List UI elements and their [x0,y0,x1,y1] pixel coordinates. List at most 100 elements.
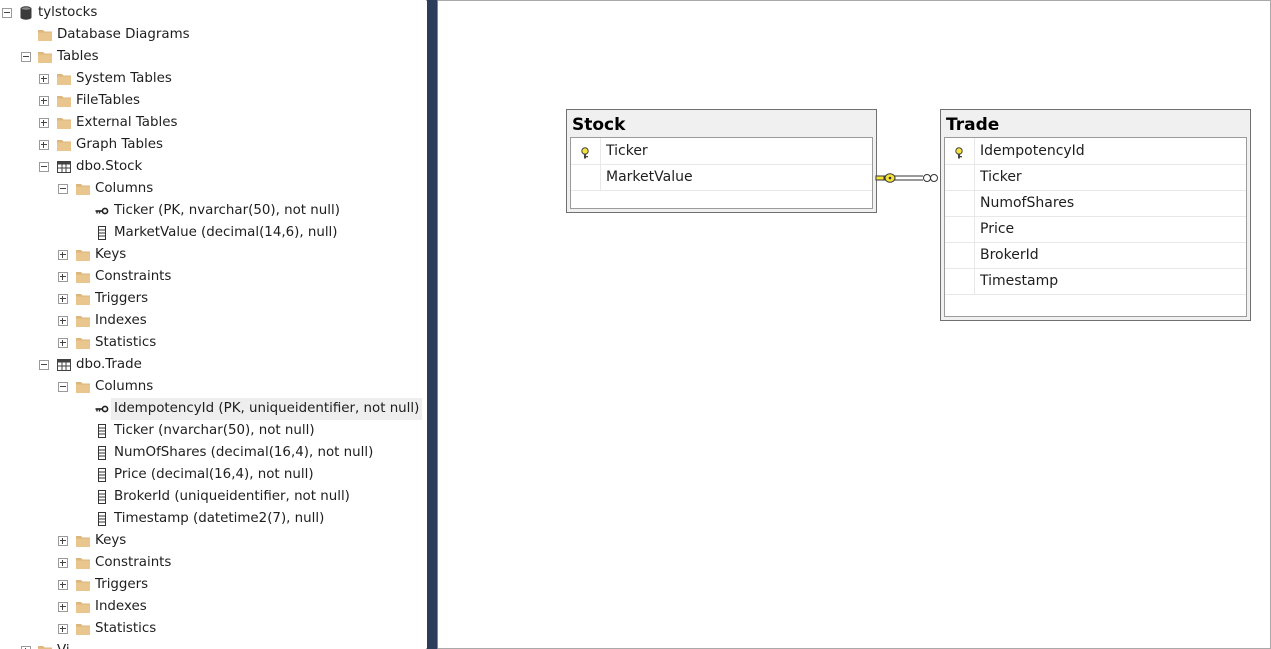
tree-node-stock-keys[interactable]: Keys [0,244,300,266]
diagram-canvas[interactable]: Stock Ticker MarketValue Trade Idempoten… [438,1,1269,647]
expand-icon[interactable] [39,140,49,150]
folder-icon [75,621,91,637]
diagram-table-stock[interactable]: Stock Ticker MarketValue [566,109,877,213]
tree-node-dbo-trade[interactable]: dbo.Trade [0,354,300,376]
column-icon [94,445,110,461]
diagram-row[interactable]: Timestamp [945,268,1246,295]
expand-icon[interactable] [58,272,68,282]
collapse-icon[interactable] [58,382,68,392]
tree-node-dbo-stock[interactable]: dbo.Stock [0,156,300,178]
folder-icon [56,115,72,131]
tree-node-stock-triggers[interactable]: Triggers [0,288,300,310]
expand-icon[interactable] [39,118,49,128]
row-selector[interactable] [571,138,601,164]
many-end-infinity-icon [923,174,938,182]
row-selector[interactable] [945,268,975,294]
tree-node-trade-col-price[interactable]: Price (decimal(16,4), not null) [0,464,400,486]
tree-node-trade-statistics[interactable]: Statistics [0,618,300,640]
diagram-row[interactable]: Price [945,216,1246,243]
tree-node-system-tables[interactable]: System Tables [0,68,300,90]
tree-label-trade-columns: Columns [95,379,154,394]
expand-icon[interactable] [58,624,68,634]
row-selector[interactable] [945,138,975,164]
folder-icon [75,291,91,307]
expand-icon[interactable] [58,558,68,568]
tree-node-trade-indexes[interactable]: Indexes [0,596,300,618]
collapse-icon[interactable] [58,184,68,194]
tree-node-stock-col-ticker[interactable]: Ticker (PK, nvarchar(50), not null) [0,200,400,222]
diagram-row[interactable]: NumofShares [945,190,1246,217]
folder-icon [56,71,72,87]
tree-node-trade-col-brokerid[interactable]: BrokerId (uniqueidentifier, not null) [0,486,400,508]
panel-splitter[interactable] [427,0,438,649]
tree-node-stock-columns[interactable]: Columns [0,178,300,200]
tree-node-trade-triggers[interactable]: Triggers [0,574,300,596]
tree-node-filetables[interactable]: FileTables [0,90,300,112]
collapse-icon[interactable] [39,360,49,370]
tree-label-stock-indexes: Indexes [95,313,147,328]
expand-icon[interactable] [58,338,68,348]
tree-node-trade-columns[interactable]: Columns [0,376,300,398]
expand-icon[interactable] [58,250,68,260]
diagram-row[interactable]: BrokerId [945,242,1246,269]
diagram-table-trade[interactable]: Trade IdempotencyId Ticker NumofShares P… [940,109,1251,321]
relationship-connector[interactable] [874,169,942,189]
tree-label-system-tables: System Tables [76,71,172,86]
tree-label-trade-indexes: Indexes [95,599,147,614]
tree-label-trade-col-numofshares: NumOfShares (decimal(16,4), not null) [114,445,374,460]
primary-key-icon [94,401,110,417]
tree-node-tables[interactable]: Tables [0,46,300,68]
tree-node-stock-constraints[interactable]: Constraints [0,266,300,288]
column-icon [94,225,110,241]
row-selector[interactable] [945,242,975,268]
column-icon [94,467,110,483]
tree-label-stock-statistics: Statistics [95,335,157,350]
tree-label-trade-col-timestamp: Timestamp (datetime2(7), null) [114,511,325,526]
tree-node-trade-keys[interactable]: Keys [0,530,300,552]
tree-node-trade-constraints[interactable]: Constraints [0,552,300,574]
tree-node-database-diagrams[interactable]: Database Diagrams [0,24,300,46]
folder-icon [75,269,91,285]
folder-icon [75,533,91,549]
tree-node-stock-statistics[interactable]: Statistics [0,332,300,354]
expand-icon[interactable] [58,316,68,326]
diagram-row[interactable]: IdempotencyId [945,138,1246,165]
collapse-icon[interactable] [39,162,49,172]
tree-label-stock-triggers: Triggers [95,291,149,306]
diagram-row[interactable]: MarketValue [571,164,872,191]
column-icon [94,423,110,439]
tree-label-graph-tables: Graph Tables [76,137,163,152]
tree-node-trade-col-timestamp[interactable]: Timestamp (datetime2(7), null) [0,508,400,530]
diagram-column-name: NumofShares [980,195,1075,211]
tree-node-stock-col-marketvalue[interactable]: MarketValue (decimal(14,6), null) [0,222,400,244]
tree-node-graph-tables[interactable]: Graph Tables [0,134,300,156]
tree-label-stock-col-ticker: Ticker (PK, nvarchar(50), not null) [114,203,340,218]
expand-icon[interactable] [58,536,68,546]
expand-icon[interactable] [39,74,49,84]
collapse-icon[interactable] [21,52,31,62]
table-icon [56,159,72,175]
row-selector[interactable] [945,216,975,242]
expand-icon[interactable] [58,580,68,590]
tree-node-trade-col-idempotencyid[interactable]: IdempotencyId (PK, uniqueidentifier, not… [0,398,423,420]
diagram-row[interactable]: Ticker [571,138,872,165]
tree-node-database[interactable]: tylstocks [0,2,200,24]
tree-label-dbo-trade: dbo.Trade [76,357,142,372]
tree-node-trade-col-numofshares[interactable]: NumOfShares (decimal(16,4), not null) [0,442,400,464]
folder-icon [37,49,53,65]
expand-icon[interactable] [58,294,68,304]
tree-node-views[interactable]: Vi [0,640,300,649]
tree-node-stock-indexes[interactable]: Indexes [0,310,300,332]
row-selector[interactable] [945,190,975,216]
object-explorer-tree[interactable]: tylstocks Database Diagrams Tables Syste… [0,0,426,649]
folder-icon [75,577,91,593]
tree-node-trade-col-ticker[interactable]: Ticker (nvarchar(50), not null) [0,420,400,442]
diagram-row[interactable]: Ticker [945,164,1246,191]
one-end-key-icon [875,173,896,183]
tree-node-external-tables[interactable]: External Tables [0,112,300,134]
expand-icon[interactable] [58,602,68,612]
expand-icon[interactable] [39,96,49,106]
row-selector[interactable] [945,164,975,190]
collapse-icon[interactable] [2,8,12,18]
row-selector[interactable] [571,164,601,190]
